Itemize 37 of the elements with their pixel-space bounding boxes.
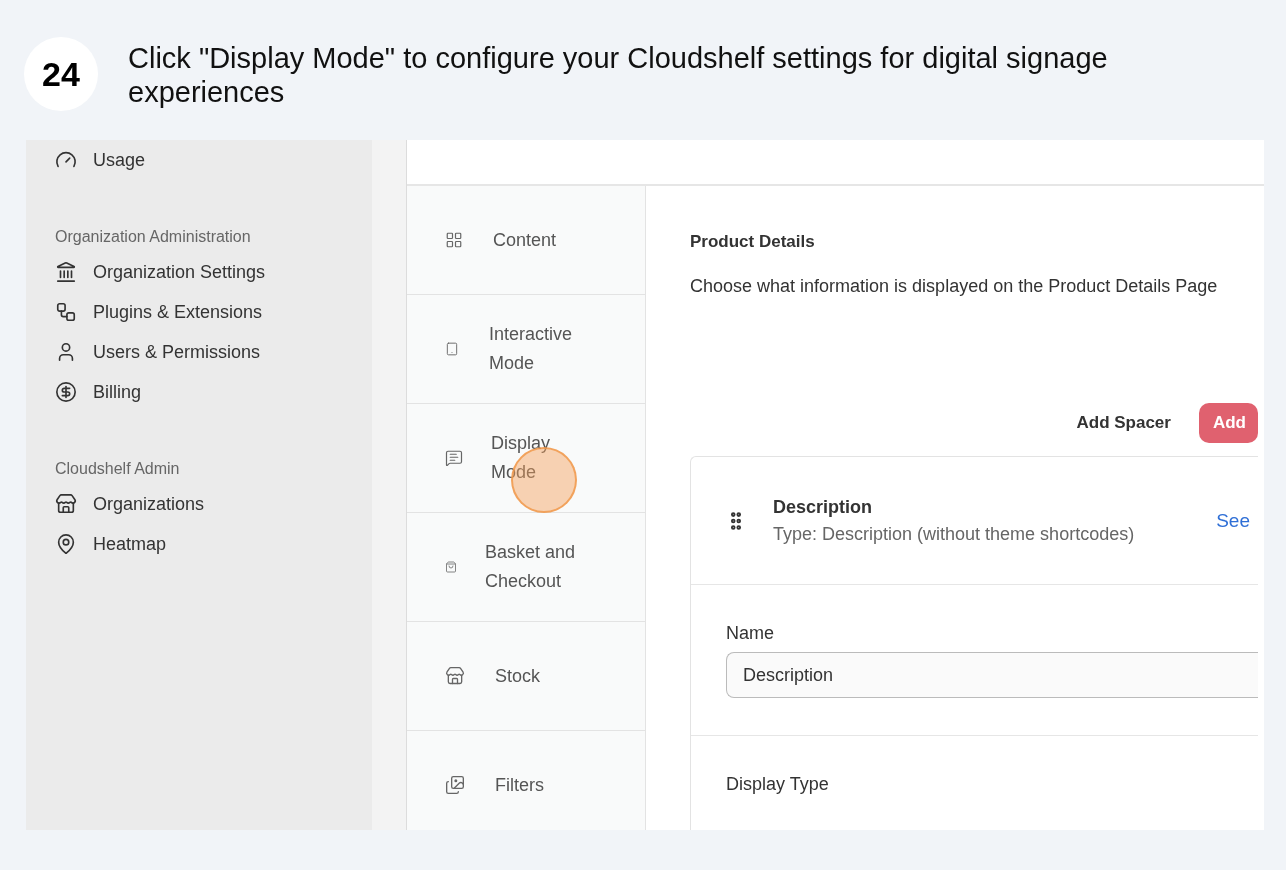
step-instruction: Click "Display Mode" to configure your Cloudshelf settings for digital signage experiences	[128, 41, 1109, 109]
sidebar-item[interactable]: Billing	[55, 378, 372, 406]
sidebar-item-icon	[55, 261, 77, 283]
sidebar-item-icon	[55, 493, 77, 515]
panel-title: Product Details	[690, 232, 816, 252]
section-title: Cloudshelf Admin	[55, 460, 181, 478]
sidebar-item[interactable]: Usage	[55, 146, 372, 174]
add-spacer-button[interactable]: Add Spacer	[1076, 403, 1171, 443]
sidebar-item-icon	[55, 381, 77, 403]
step-number: 24	[24, 37, 98, 111]
settings-tab[interactable]: Display Mode	[407, 404, 645, 513]
tab-icon	[445, 561, 457, 573]
tab-icon	[445, 342, 459, 356]
sidebar-item[interactable]: Organization Settings	[55, 258, 372, 286]
field-label: Display Type	[726, 774, 830, 795]
settings-tab[interactable]: Content	[407, 186, 645, 295]
sidebar-item[interactable]: Organizations	[55, 490, 372, 518]
block-type: Type: Description (without theme shortcodes)	[773, 523, 1135, 545]
settings-tab[interactable]: Interactive Mode	[407, 295, 645, 404]
tab-icon	[445, 666, 465, 686]
name-field[interactable]: Description	[726, 652, 1258, 698]
see-link[interactable]: See	[1216, 509, 1250, 532]
field-label: Name	[726, 623, 775, 644]
tab-icon	[445, 449, 463, 467]
tab-icon	[445, 231, 463, 249]
settings-tab[interactable]: Basket and Checkout	[407, 513, 645, 622]
panel-description: Choose what information is displayed on the Product Details Page	[690, 275, 1219, 298]
tab-icon	[445, 775, 465, 795]
sidebar-item[interactable]: Heatmap	[55, 530, 372, 558]
sidebar-item[interactable]: Plugins & Extensions	[55, 298, 372, 326]
sidebar-item-icon	[55, 533, 77, 555]
sidebar-item-icon	[55, 301, 77, 323]
settings-tab[interactable]: Filters	[407, 731, 645, 830]
section-title: Organization Administration	[55, 228, 252, 246]
block-title: Description	[773, 496, 874, 518]
sidebar-item[interactable]: Users & Permissions	[55, 338, 372, 366]
settings-tab[interactable]: Stock	[407, 622, 645, 731]
